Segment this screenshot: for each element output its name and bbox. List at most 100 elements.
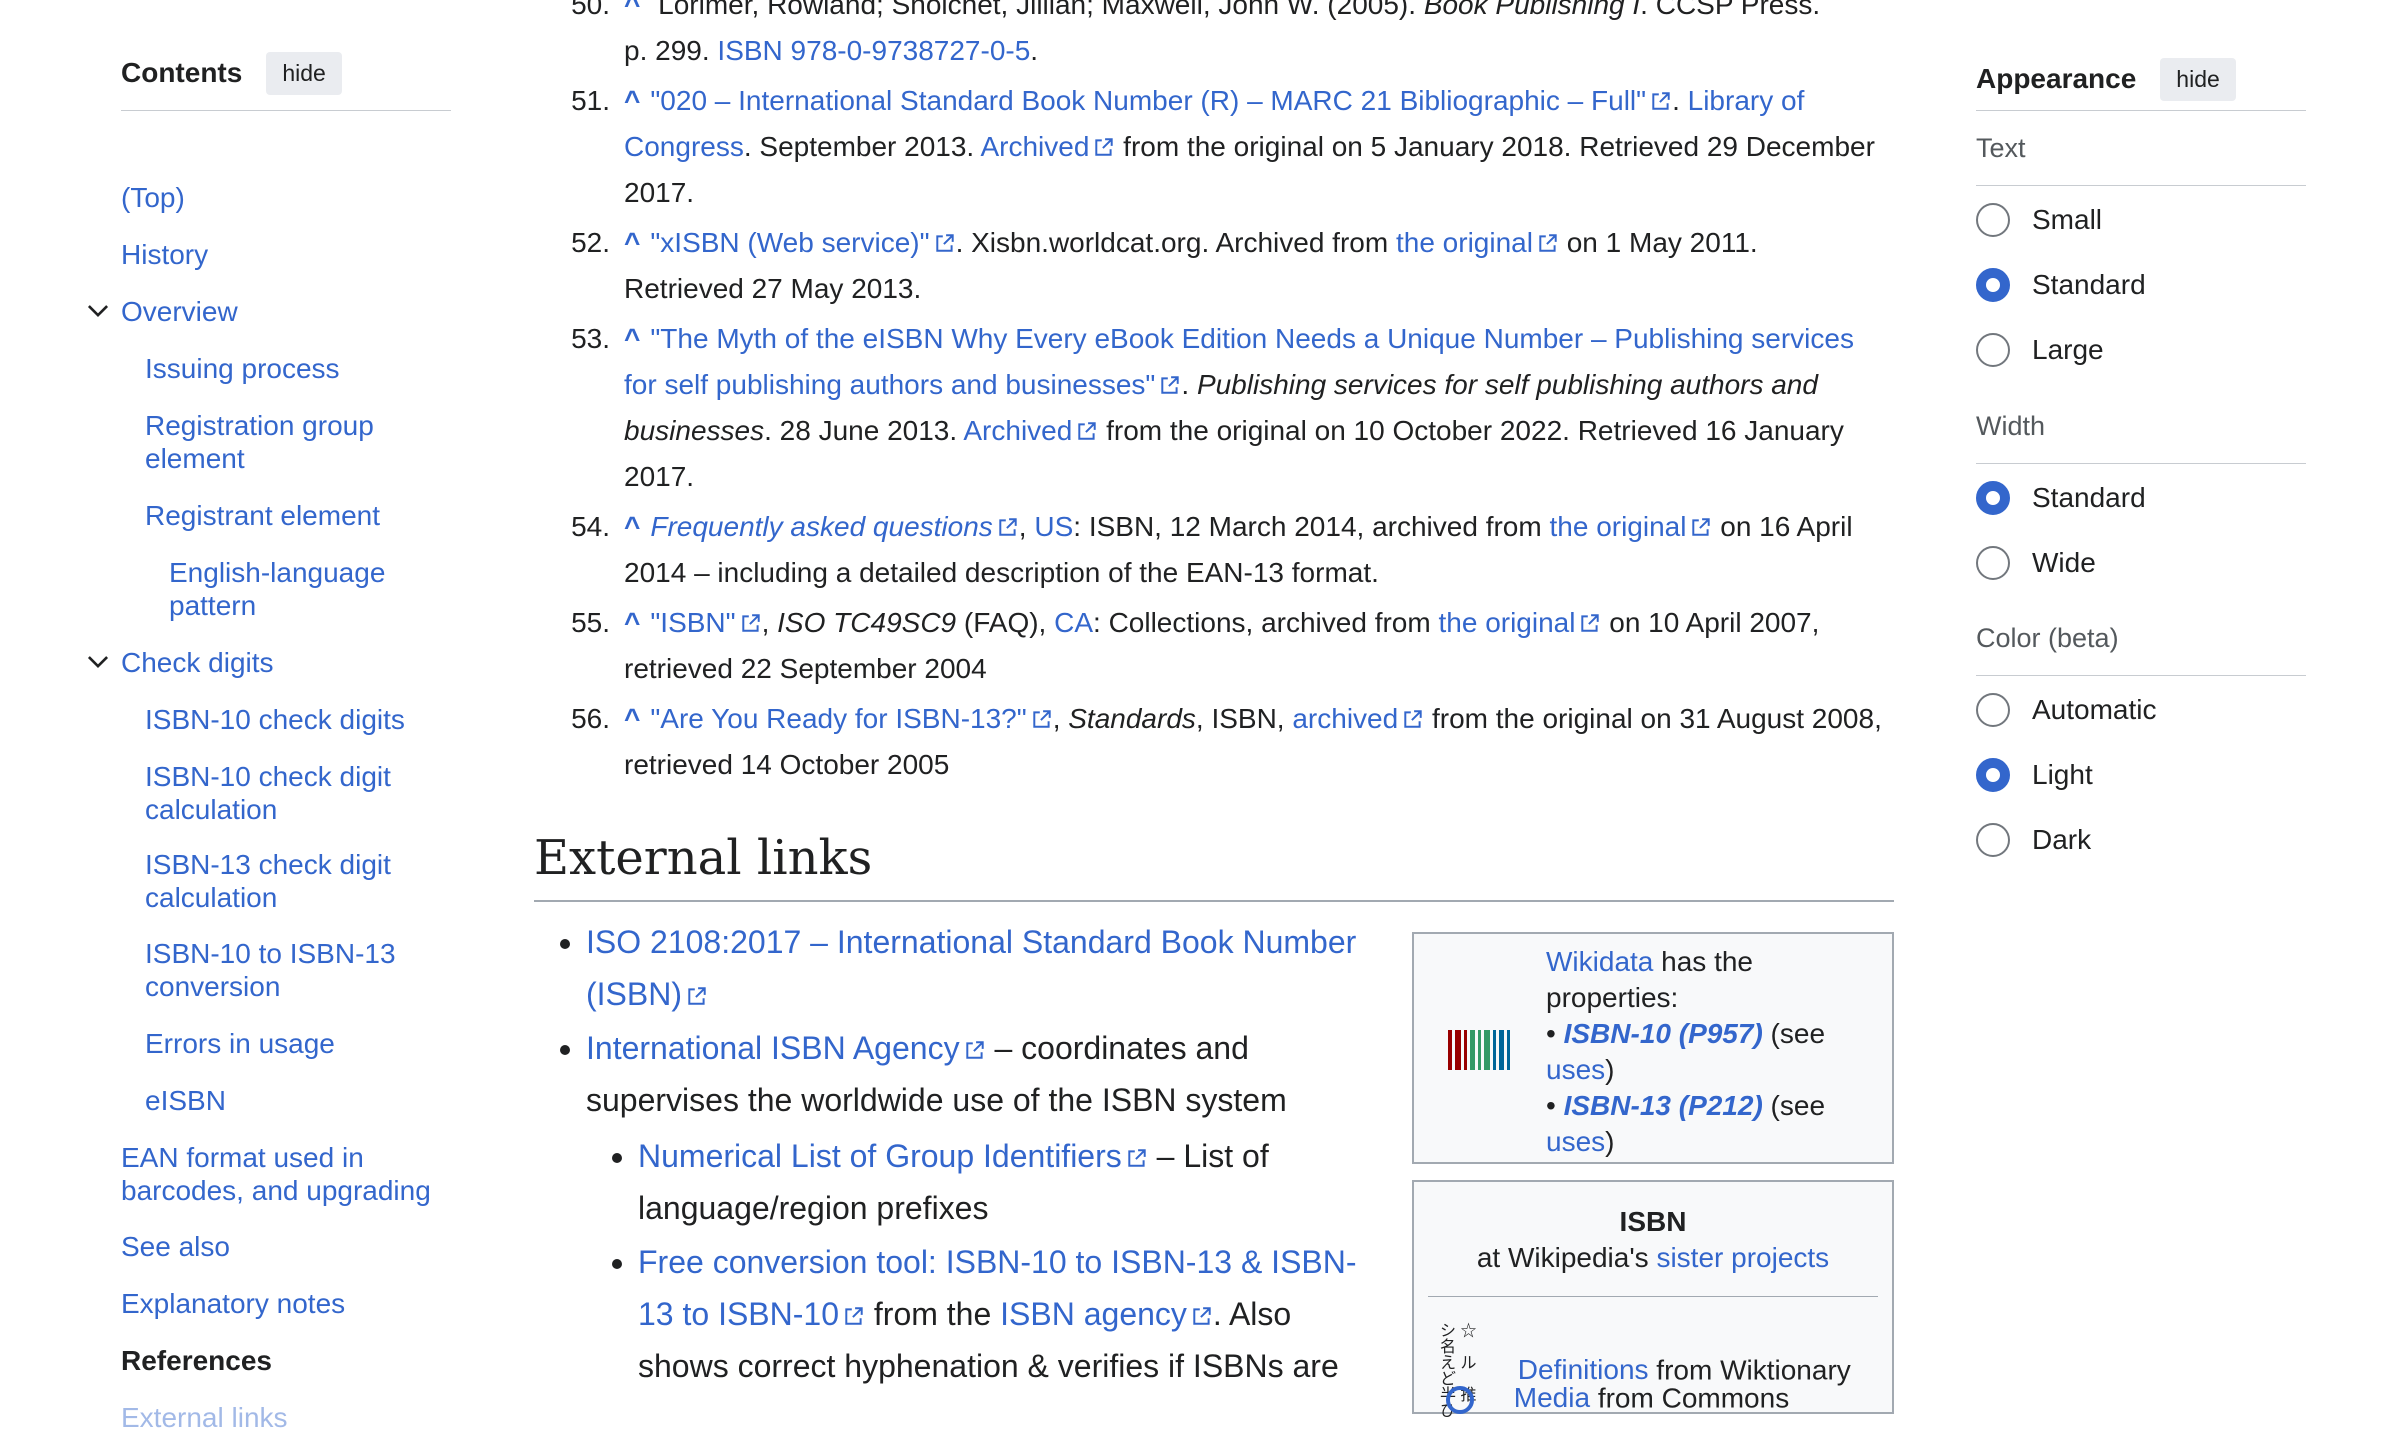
- section-heading-external-links: External links: [534, 830, 1894, 902]
- radio-width-wide[interactable]: Wide: [1976, 546, 2096, 580]
- toc-item-ean-format[interactable]: EAN format used in barcodes, and upgradi…: [121, 1141, 451, 1207]
- appearance-hide-button[interactable]: hide: [2160, 57, 2236, 101]
- isbn-agency-link[interactable]: ISBN agency: [1000, 1296, 1187, 1332]
- toc-item-references[interactable]: References: [121, 1344, 272, 1377]
- radio-color-light[interactable]: Light: [1976, 758, 2093, 792]
- backlink-caret[interactable]: ^: [624, 511, 640, 542]
- radio-button-icon[interactable]: [1976, 546, 2010, 580]
- toc-item-registration-group[interactable]: Registration group element: [145, 409, 405, 475]
- reference-text: . 28 June 2013.: [764, 415, 964, 446]
- reference-number: 51.: [571, 85, 610, 116]
- reference-title-link[interactable]: "020 – International Standard Book Numbe…: [650, 85, 1646, 116]
- toc-item-isbn13-calc[interactable]: ISBN-13 check digit calculation: [145, 848, 435, 914]
- sister-title: ISBN: [1619, 1206, 1687, 1237]
- toc-item-explanatory-notes[interactable]: Explanatory notes: [121, 1287, 345, 1320]
- property-link-isbn10[interactable]: ISBN-10 (P957): [1564, 1018, 1763, 1049]
- reference-title-link[interactable]: "xISBN (Web service)": [650, 227, 929, 258]
- reference-title-link[interactable]: Frequently asked questions: [650, 511, 992, 542]
- reference-item: 56. ^ "Are You Ready for ISBN-13?", Stand…: [571, 696, 1884, 788]
- list-item: Numerical List of Group Identifiers – Li…: [638, 1130, 1384, 1234]
- reference-title-link[interactable]: "ISBN": [650, 607, 735, 638]
- toc-item-isbn10-calc[interactable]: ISBN-10 check digit calculation: [145, 760, 435, 826]
- radio-label: Light: [2032, 759, 2093, 790]
- reference-item: 51. ^ "020 – International Standard Book …: [571, 78, 1884, 216]
- backlink-caret[interactable]: ^: [624, 0, 640, 20]
- reference-text: : Collections, archived from: [1093, 607, 1439, 638]
- reference-text: (FAQ),: [956, 607, 1055, 638]
- divider: [1976, 463, 2306, 464]
- isbn-link[interactable]: ISBN 978-0-9738727-0-5: [717, 35, 1030, 66]
- isbn-agency-link[interactable]: International ISBN Agency: [586, 1030, 960, 1066]
- toc-item-check-digits[interactable]: Check digits: [121, 647, 274, 678]
- toc-item-registrant-element[interactable]: Registrant element: [145, 499, 380, 532]
- sister-projects-link[interactable]: sister projects: [1656, 1242, 1829, 1273]
- wikidata-text: (see: [1762, 1018, 1826, 1049]
- original-link[interactable]: the original: [1396, 227, 1533, 258]
- radio-color-automatic[interactable]: Automatic: [1976, 693, 2157, 727]
- radio-button-icon[interactable]: [1976, 333, 2010, 367]
- radio-color-dark[interactable]: Dark: [1976, 823, 2091, 857]
- external-link-icon: [1650, 90, 1672, 112]
- radio-text-large[interactable]: Large: [1976, 333, 2104, 367]
- property-link-isbn13[interactable]: ISBN-13 (P212): [1564, 1090, 1763, 1121]
- toc-item-isbn-conversion[interactable]: ISBN-10 to ISBN-13 conversion: [145, 937, 435, 1003]
- reference-title-link[interactable]: "Are You Ready for ISBN-13?": [650, 703, 1026, 734]
- archived-link[interactable]: Archived: [963, 415, 1072, 446]
- backlink-caret[interactable]: ^: [624, 227, 640, 258]
- radio-text-small[interactable]: Small: [1976, 203, 2102, 237]
- toc-item-see-also[interactable]: See also: [121, 1230, 230, 1263]
- radio-button-icon[interactable]: [1976, 823, 2010, 857]
- wikidata-text: ): [1605, 1126, 1615, 1157]
- radio-button-icon[interactable]: [1976, 203, 2010, 237]
- toc-item-eisbn[interactable]: eISBN: [145, 1084, 226, 1117]
- toc-item-history[interactable]: History: [121, 238, 208, 271]
- chevron-down-icon[interactable]: [85, 297, 111, 323]
- toc-item-external-links[interactable]: External links: [121, 1401, 288, 1434]
- width-label: Width: [1976, 411, 2046, 441]
- backlink-caret[interactable]: ^: [624, 323, 640, 354]
- sister-item-commons: Media from Commons: [1440, 1380, 1789, 1420]
- external-link-icon: [686, 985, 708, 1007]
- toc-item-isbn10-check[interactable]: ISBN-10 check digits: [145, 703, 405, 736]
- references-list: 50. ^ Lorimer, Rowland; Shoichet, Jillia…: [571, 0, 1884, 788]
- reference-number: 54.: [571, 511, 610, 542]
- wikidata-link[interactable]: Wikidata: [1546, 946, 1653, 977]
- toc-item-top[interactable]: (Top): [121, 181, 185, 214]
- external-link-icon: [1126, 1147, 1148, 1169]
- uses-link[interactable]: uses: [1546, 1126, 1605, 1157]
- external-link-icon: [843, 1305, 865, 1327]
- archived-link[interactable]: Archived: [980, 131, 1089, 162]
- original-link[interactable]: the original: [1438, 607, 1575, 638]
- reference-text: . Xisbn.worldcat.org. Archived from: [955, 227, 1396, 258]
- toc-item-check-digits-row: Check digits: [87, 646, 274, 679]
- radio-width-standard[interactable]: Standard: [1976, 481, 2146, 515]
- toc-item-errors[interactable]: Errors in usage: [145, 1027, 335, 1060]
- reference-text: ,: [761, 607, 778, 638]
- toc-title: Contents: [121, 57, 243, 88]
- reference-text: ,: [1018, 511, 1035, 542]
- country-link[interactable]: US: [1034, 511, 1073, 542]
- radio-button-icon[interactable]: [1976, 481, 2010, 515]
- original-link[interactable]: the original: [1549, 511, 1686, 542]
- toc-hide-button[interactable]: hide: [266, 51, 342, 95]
- archived-link[interactable]: archived: [1292, 703, 1398, 734]
- chevron-down-icon[interactable]: [85, 648, 111, 674]
- uses-link[interactable]: uses: [1546, 1054, 1605, 1085]
- radio-button-icon[interactable]: [1976, 268, 2010, 302]
- group-identifiers-link[interactable]: Numerical List of Group Identifiers: [638, 1138, 1122, 1174]
- radio-button-icon[interactable]: [1976, 693, 2010, 727]
- backlink-caret[interactable]: ^: [624, 85, 640, 116]
- toc-item-english-pattern[interactable]: English-language pattern: [169, 556, 409, 622]
- radio-label: Standard: [2032, 482, 2146, 513]
- backlink-caret[interactable]: ^: [624, 703, 640, 734]
- external-link-icon: [1402, 708, 1424, 730]
- radio-text-standard[interactable]: Standard: [1976, 268, 2146, 302]
- radio-button-icon[interactable]: [1976, 758, 2010, 792]
- external-links-list: ISO 2108:2017 – International Standard B…: [534, 916, 1384, 1394]
- backlink-caret[interactable]: ^: [624, 607, 640, 638]
- country-link[interactable]: CA: [1054, 607, 1093, 638]
- external-link-icon: [997, 516, 1019, 538]
- commons-icon: [1446, 1386, 1474, 1414]
- toc-item-issuing-process[interactable]: Issuing process: [145, 352, 340, 385]
- toc-item-overview[interactable]: Overview: [121, 296, 238, 327]
